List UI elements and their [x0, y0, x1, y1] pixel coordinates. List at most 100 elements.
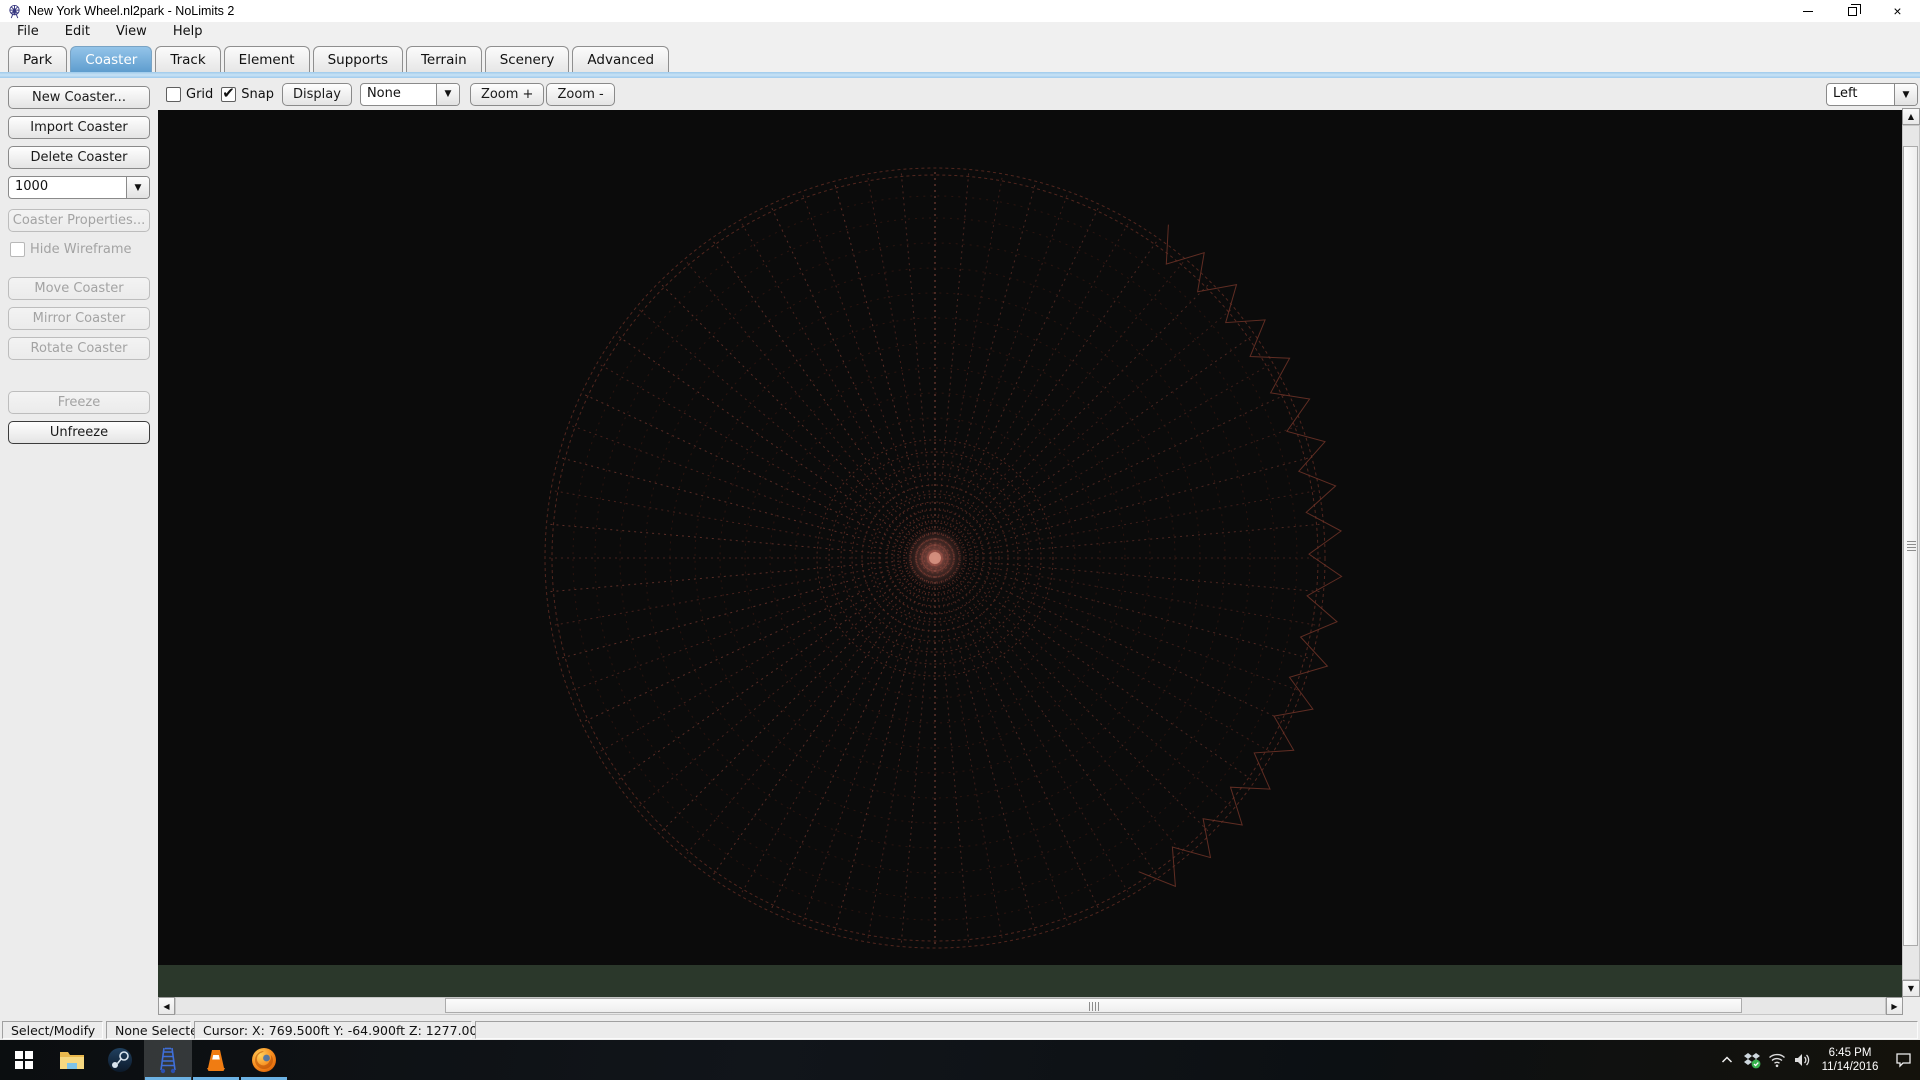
- snap-label: Snap: [241, 86, 275, 102]
- window-title: New York Wheel.nl2park - NoLimits 2: [28, 4, 235, 18]
- chevron-down-icon: ▼: [126, 177, 149, 198]
- view-direction-select[interactable]: Left ▼: [1826, 83, 1918, 106]
- tab-terrain[interactable]: Terrain: [405, 46, 482, 72]
- grid-label: Grid: [186, 86, 214, 102]
- scrollbar-corner: [1903, 997, 1920, 1015]
- tab-element[interactable]: Element: [223, 46, 310, 72]
- mirror-coaster-button[interactable]: Mirror Coaster: [8, 307, 150, 330]
- chevron-down-icon: ▼: [1894, 84, 1917, 105]
- wifi-icon: [1768, 1053, 1785, 1068]
- hide-wireframe-label: Hide Wireframe: [30, 242, 132, 257]
- freeze-button[interactable]: Freeze: [8, 391, 150, 414]
- title-bar: New York Wheel.nl2park - NoLimits 2 ×: [0, 0, 1920, 22]
- horizontal-scroll-track[interactable]: [175, 997, 1886, 1015]
- file-explorer-button[interactable]: [48, 1040, 96, 1080]
- windows-taskbar: 6:45 PM 11/14/2016: [0, 1040, 1920, 1080]
- vertical-scroll-track[interactable]: [1902, 125, 1920, 980]
- dropbox-sync-icon: [1743, 1053, 1760, 1069]
- action-center-button[interactable]: [1886, 1040, 1920, 1080]
- status-mode: Select/Modify: [2, 1021, 103, 1039]
- display-mode-value: None: [366, 85, 401, 101]
- scroll-up-icon[interactable]: ▲: [1902, 108, 1920, 125]
- coaster-sidebar: New Coaster... Import Coaster Delete Coa…: [0, 78, 158, 1020]
- tray-chevron-up-button[interactable]: [1714, 1040, 1739, 1080]
- firefox-icon: [252, 1048, 276, 1072]
- vertical-scrollbar[interactable]: ▲ ▼: [1902, 108, 1920, 997]
- windows-logo-icon: [15, 1051, 33, 1069]
- grip-icon: [1907, 541, 1916, 551]
- scroll-left-icon[interactable]: ◀: [158, 997, 175, 1015]
- status-cursor-coordinates: Cursor: X: 769.500ft Y: -64.900ft Z: 127…: [194, 1021, 495, 1039]
- snap-checkbox[interactable]: ✔: [221, 84, 237, 102]
- tab-scenery[interactable]: Scenery: [484, 46, 570, 72]
- ferris-wheel-app-icon: [9, 4, 20, 18]
- clock-date: 11/14/2016: [1821, 1061, 1879, 1073]
- steam-button[interactable]: [96, 1040, 144, 1080]
- status-selection: None Selected: [106, 1021, 206, 1039]
- tray-dropbox-button[interactable]: [1739, 1040, 1764, 1080]
- nolimits2-editor-window: New York Wheel.nl2park - NoLimits 2 × Fi…: [0, 0, 1920, 1080]
- display-button[interactable]: Display: [282, 82, 352, 106]
- status-extra: [475, 1021, 1918, 1039]
- ferris-wheel-wireframe: [544, 167, 1343, 949]
- view-direction-value: Left: [1833, 86, 1858, 101]
- notification-icon: [1895, 1053, 1911, 1068]
- tab-supports[interactable]: Supports: [312, 46, 403, 72]
- scroll-right-icon[interactable]: ▶: [1886, 997, 1903, 1015]
- new-coaster-button[interactable]: New Coaster...: [8, 86, 150, 109]
- tab-advanced[interactable]: Advanced: [572, 46, 670, 72]
- taskbar-nolimits2-button[interactable]: [144, 1040, 192, 1080]
- menu-file[interactable]: File: [4, 24, 52, 39]
- vlc-cone-icon: [207, 1050, 225, 1071]
- close-button[interactable]: ×: [1875, 0, 1920, 22]
- tray-network-button[interactable]: [1764, 1040, 1789, 1080]
- menu-help[interactable]: Help: [160, 24, 216, 39]
- rotate-coaster-button[interactable]: Rotate Coaster: [8, 337, 150, 360]
- close-icon: ×: [1893, 3, 1902, 19]
- grid-checkbox[interactable]: ✔: [166, 86, 181, 102]
- minimize-button[interactable]: [1785, 0, 1830, 22]
- viewport-3d[interactable]: [158, 110, 1902, 965]
- hide-wireframe-checkbox[interactable]: ✔: [10, 242, 25, 257]
- folder-icon: [60, 1052, 84, 1069]
- minimize-icon: [1802, 10, 1813, 12]
- chevron-down-icon: ▼: [435, 83, 459, 105]
- vertical-scroll-thumb[interactable]: [1903, 146, 1918, 946]
- coaster-properties-button[interactable]: Coaster Properties...: [8, 209, 150, 232]
- coaster-select-value: 1000: [15, 179, 49, 194]
- menu-bar: File Edit View Help: [0, 22, 1920, 40]
- restore-button[interactable]: [1830, 0, 1875, 22]
- display-mode-select[interactable]: None ▼: [359, 82, 460, 106]
- clock-time: 6:45 PM: [1828, 1047, 1872, 1059]
- unfreeze-button[interactable]: Unfreeze: [8, 421, 150, 444]
- terrain-ground-strip: [158, 965, 1902, 997]
- viewport-toolbar: ✔ Grid ✔ Snap Display None ▼ Zoom + Zoom…: [158, 78, 1920, 110]
- grip-icon: [1088, 1002, 1099, 1011]
- import-coaster-button[interactable]: Import Coaster: [8, 116, 150, 139]
- start-button[interactable]: [0, 1040, 48, 1080]
- tab-park[interactable]: Park: [8, 46, 68, 72]
- chevron-up-icon: [1721, 1056, 1732, 1063]
- tab-track[interactable]: Track: [155, 46, 221, 72]
- zoom-out-button[interactable]: Zoom -: [546, 82, 615, 106]
- taskbar-clock[interactable]: 6:45 PM 11/14/2016: [1819, 1046, 1881, 1074]
- taskbar-firefox-button[interactable]: [240, 1040, 288, 1080]
- speaker-icon: [1794, 1054, 1809, 1066]
- taskbar-vlc-button[interactable]: [192, 1040, 240, 1080]
- horizontal-scrollbar[interactable]: ◀ ▶: [158, 997, 1920, 1015]
- horizontal-scroll-thumb[interactable]: [445, 998, 1742, 1013]
- delete-coaster-button[interactable]: Delete Coaster: [8, 146, 150, 169]
- system-tray: 6:45 PM 11/14/2016: [1714, 1040, 1920, 1080]
- scroll-down-icon[interactable]: ▼: [1902, 980, 1920, 997]
- coaster-select[interactable]: 1000 ▼: [8, 176, 150, 199]
- menu-edit[interactable]: Edit: [52, 24, 103, 39]
- status-bar: Select/Modify None Selected Cursor: X: 7…: [0, 1020, 1920, 1040]
- tray-volume-button[interactable]: [1789, 1040, 1814, 1080]
- editor-tab-bar: Park Coaster Track Element Supports Terr…: [0, 40, 1920, 72]
- menu-view[interactable]: View: [103, 24, 160, 39]
- tab-coaster[interactable]: Coaster: [70, 46, 153, 72]
- zoom-in-button[interactable]: Zoom +: [469, 82, 545, 106]
- steam-icon: [108, 1048, 132, 1072]
- move-coaster-button[interactable]: Move Coaster: [8, 277, 150, 300]
- nolimits2-coaster-icon: [160, 1047, 176, 1074]
